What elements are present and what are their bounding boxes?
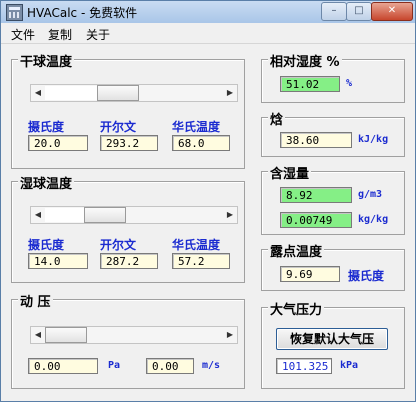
moisture-gm3-unit: g/m3 (358, 189, 383, 200)
slider-thumb[interactable] (84, 207, 126, 223)
atmospheric-pressure-group: 大气压力 恢复默认大气压 101.325 kPa (261, 299, 405, 389)
atmospheric-pressure-field[interactable]: 101.325 (276, 358, 332, 374)
calculator-icon (6, 4, 23, 21)
arrow-left-icon[interactable]: ◀ (31, 207, 45, 223)
slider-track (45, 86, 97, 100)
wet-bulb-group: 湿球温度 ◀ ▶ 摄氏度 开尔文 华氏温度 14.0 287.2 57.2 (11, 173, 245, 283)
enthalpy-unit: kJ/kg (358, 134, 389, 145)
pressure-unit: Pa (108, 360, 121, 371)
dry-bulb-slider[interactable]: ◀ ▶ (30, 84, 238, 102)
wet-bulb-slider[interactable]: ◀ ▶ (30, 206, 238, 224)
menu-bar: 文件 复制 关于 (1, 23, 415, 44)
menu-copy[interactable]: 复制 (48, 26, 72, 43)
dry-bulb-celsius-label: 摄氏度 (28, 120, 65, 134)
wet-bulb-celsius-label: 摄氏度 (28, 238, 65, 252)
dry-bulb-fahrenheit-label: 华氏温度 (172, 120, 221, 134)
wet-bulb-fahrenheit-label: 华氏温度 (172, 238, 221, 252)
slider-thumb[interactable] (97, 85, 139, 101)
close-button[interactable]: ✕ (371, 2, 413, 21)
moisture-content-title: 含湿量 (268, 163, 312, 182)
dynamic-pressure-group: 动 压 ◀ ▶ 0.00 Pa 0.00 m/s (11, 291, 245, 389)
moisture-kgkg-unit: kg/kg (358, 214, 389, 225)
enthalpy-title: 焓 (268, 109, 286, 128)
velocity-unit: m/s (202, 360, 221, 371)
dry-bulb-kelvin-field[interactable]: 293.2 (100, 135, 158, 151)
dynamic-pressure-slider[interactable]: ◀ ▶ (30, 326, 238, 344)
arrow-left-icon[interactable]: ◀ (31, 85, 45, 101)
dry-bulb-celsius-field[interactable]: 20.0 (28, 135, 88, 151)
moisture-kgkg-field[interactable]: 0.00749 (280, 212, 352, 228)
menu-file[interactable]: 文件 (11, 26, 35, 43)
dry-bulb-group: 干球温度 ◀ ▶ 摄氏度 开尔文 华氏温度 20.0 293.2 68.0 (11, 51, 245, 169)
relative-humidity-unit: % (346, 78, 353, 89)
relative-humidity-title: 相对湿度 % (268, 51, 342, 70)
arrow-right-icon[interactable]: ▶ (223, 207, 237, 223)
relative-humidity-field[interactable]: 51.02 (280, 76, 340, 92)
dry-bulb-title: 干球温度 (18, 51, 75, 70)
velocity-field[interactable]: 0.00 (146, 358, 194, 374)
arrow-right-icon[interactable]: ▶ (223, 327, 237, 343)
app-window: HVACalc - 免费软件 – □ ✕ 文件 复制 关于 干球温度 ◀ ▶ 摄… (0, 0, 416, 402)
atmospheric-pressure-title: 大气压力 (268, 299, 325, 318)
arrow-right-icon[interactable]: ▶ (223, 85, 237, 101)
enthalpy-group: 焓 38.60 kJ/kg (261, 109, 405, 157)
atmospheric-pressure-unit: kPa (340, 360, 359, 371)
arrow-left-icon[interactable]: ◀ (31, 327, 45, 343)
wet-bulb-title: 湿球温度 (18, 173, 75, 192)
dry-bulb-fahrenheit-field[interactable]: 68.0 (172, 135, 230, 151)
dynamic-pressure-title: 动 压 (18, 291, 53, 310)
title-bar: HVACalc - 免费软件 – □ ✕ (1, 1, 415, 23)
dew-point-field[interactable]: 9.69 (280, 266, 340, 282)
maximize-button[interactable]: □ (346, 2, 372, 21)
dry-bulb-kelvin-label: 开尔文 (100, 120, 137, 134)
menu-about[interactable]: 关于 (86, 26, 110, 43)
window-title: HVACalc - 免费软件 (27, 6, 138, 20)
wet-bulb-fahrenheit-field[interactable]: 57.2 (172, 253, 230, 269)
relative-humidity-group: 相对湿度 % 51.02 % (261, 51, 405, 103)
wet-bulb-celsius-field[interactable]: 14.0 (28, 253, 88, 269)
slider-track (45, 208, 84, 222)
pressure-field[interactable]: 0.00 (28, 358, 98, 374)
moisture-gm3-field[interactable]: 8.92 (280, 187, 352, 203)
minimize-button[interactable]: – (321, 2, 347, 21)
reset-atmospheric-button[interactable]: 恢复默认大气压 (276, 328, 388, 350)
dew-point-title: 露点温度 (268, 241, 325, 260)
wet-bulb-kelvin-field[interactable]: 287.2 (100, 253, 158, 269)
dew-point-group: 露点温度 9.69 摄氏度 (261, 241, 405, 291)
slider-thumb[interactable] (45, 327, 87, 343)
enthalpy-field[interactable]: 38.60 (280, 132, 352, 148)
dew-point-unit: 摄氏度 (348, 269, 385, 283)
moisture-content-group: 含湿量 8.92 g/m3 0.00749 kg/kg (261, 163, 405, 235)
wet-bulb-kelvin-label: 开尔文 (100, 238, 137, 252)
